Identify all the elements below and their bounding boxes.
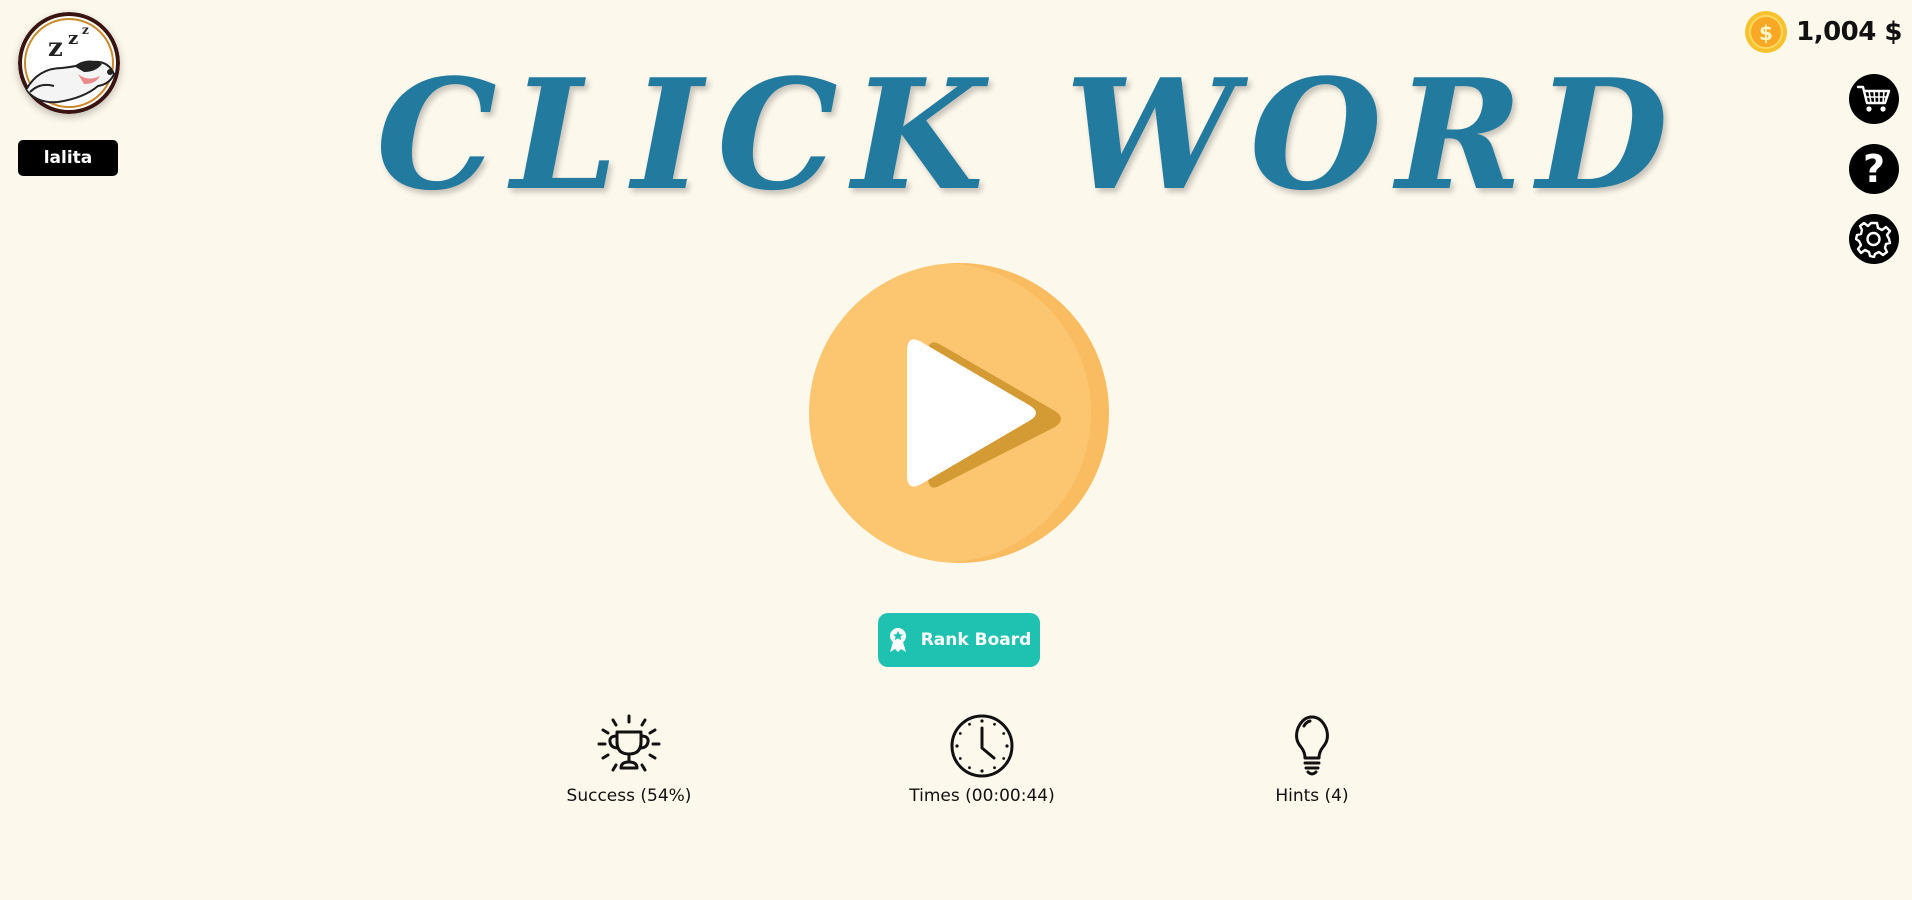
avatar[interactable]: z z z [18,12,120,114]
stat-times: Times (00:00:44) [862,712,1102,806]
username-badge: lalita [18,140,118,176]
clock-icon [950,714,1014,778]
rank-board-label: Rank Board [920,630,1032,650]
svg-text:z: z [48,33,63,63]
cart-icon [1856,85,1891,112]
shop-button[interactable] [1849,74,1899,124]
play-icon [907,339,1061,488]
coin-balance: $ 1,004 $ [1744,10,1902,54]
question-icon: ? [1862,147,1886,191]
svg-text:$: $ [1759,21,1773,45]
help-button[interactable]: ? [1849,144,1899,194]
rank-board-button[interactable]: Rank Board [878,613,1040,667]
gold-coin-icon: $ [1745,11,1788,53]
times-label: Times (00:00:44) [909,786,1055,806]
trophy-icon [597,714,661,772]
sleeping-dog-avatar-icon: z z z [18,12,120,114]
play-button[interactable] [809,263,1109,563]
hints-label: Hints (4) [1275,786,1349,806]
settings-button[interactable] [1849,214,1899,264]
profile-panel: z z z lalita [18,12,120,176]
stat-success: Success (54%) [509,712,749,806]
svg-text:z: z [82,23,89,37]
success-label: Success (54%) [566,786,692,806]
award-icon [889,628,906,652]
coin-amount: 1,004 $ [1796,17,1902,47]
gear-icon [1855,221,1892,258]
svg-text:z: z [68,28,78,49]
stat-hints: Hints (4) [1192,712,1432,806]
game-title: CLICK WORD [376,45,1683,224]
lightbulb-icon [1295,715,1329,776]
